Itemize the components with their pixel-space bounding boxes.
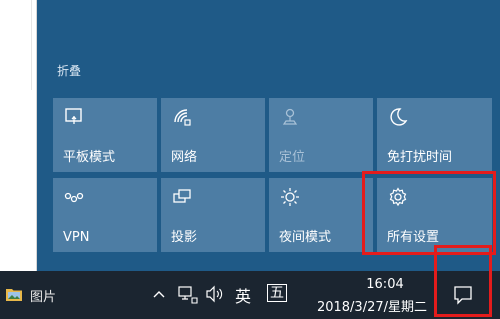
tile-location[interactable]: 定位 (269, 98, 373, 172)
background-window (0, 0, 37, 271)
tile-quiet-hours[interactable]: 免打扰时间 (377, 98, 492, 172)
taskbar-app-label: 图片 (30, 290, 57, 305)
tile-label: 网络 (171, 150, 198, 165)
folder-icon (6, 289, 22, 301)
tile-project[interactable]: 投影 (161, 178, 265, 252)
tile-label: 平板模式 (63, 150, 116, 165)
tile-label: 免打扰时间 (387, 150, 453, 165)
tile-label: 夜间模式 (279, 230, 332, 245)
moon-icon (390, 108, 408, 126)
brightness-icon (281, 188, 299, 206)
tile-night-light[interactable]: 夜间模式 (269, 178, 373, 252)
network-status-icon[interactable] (178, 286, 198, 304)
tile-network[interactable]: 网络 (161, 98, 265, 172)
tile-tablet-mode[interactable]: 平板模式 (53, 98, 157, 172)
clock-time[interactable]: 16:04 (352, 277, 418, 292)
project-icon (173, 189, 191, 203)
location-icon (282, 108, 298, 125)
window-divider (31, 0, 32, 90)
tile-label: 所有设置 (387, 230, 440, 245)
ime-language-indicator[interactable]: 英 (235, 283, 251, 307)
collapse-link[interactable]: 折叠 (57, 62, 81, 79)
speaker-muted-icon[interactable] (205, 285, 225, 303)
chevron-up-icon[interactable] (153, 290, 165, 298)
network-icon (174, 109, 191, 126)
clock-date[interactable]: 2018/3/27/星期二 (312, 296, 432, 315)
tile-label: VPN (63, 230, 90, 245)
ime-mode-indicator[interactable]: 五 (267, 284, 287, 302)
tile-label: 定位 (279, 150, 306, 165)
taskbar: 图片 英 五 16:04 2018/3/27/星期二 (0, 271, 500, 319)
message-icon (454, 286, 472, 305)
taskbar-app-photos[interactable]: 图片 (0, 271, 160, 319)
tablet-mode-icon (65, 108, 82, 124)
tile-label: 投影 (171, 230, 198, 245)
vpn-icon (64, 192, 84, 203)
notification-center-button[interactable] (438, 271, 490, 319)
tile-vpn[interactable]: VPN (53, 178, 157, 252)
action-center-panel: 折叠 平板模式 网络 定位 免打扰时间 VPN 投影 夜间模式 所有设置 (37, 0, 500, 271)
gear-icon (389, 187, 407, 207)
tile-all-settings[interactable]: 所有设置 (377, 178, 492, 252)
